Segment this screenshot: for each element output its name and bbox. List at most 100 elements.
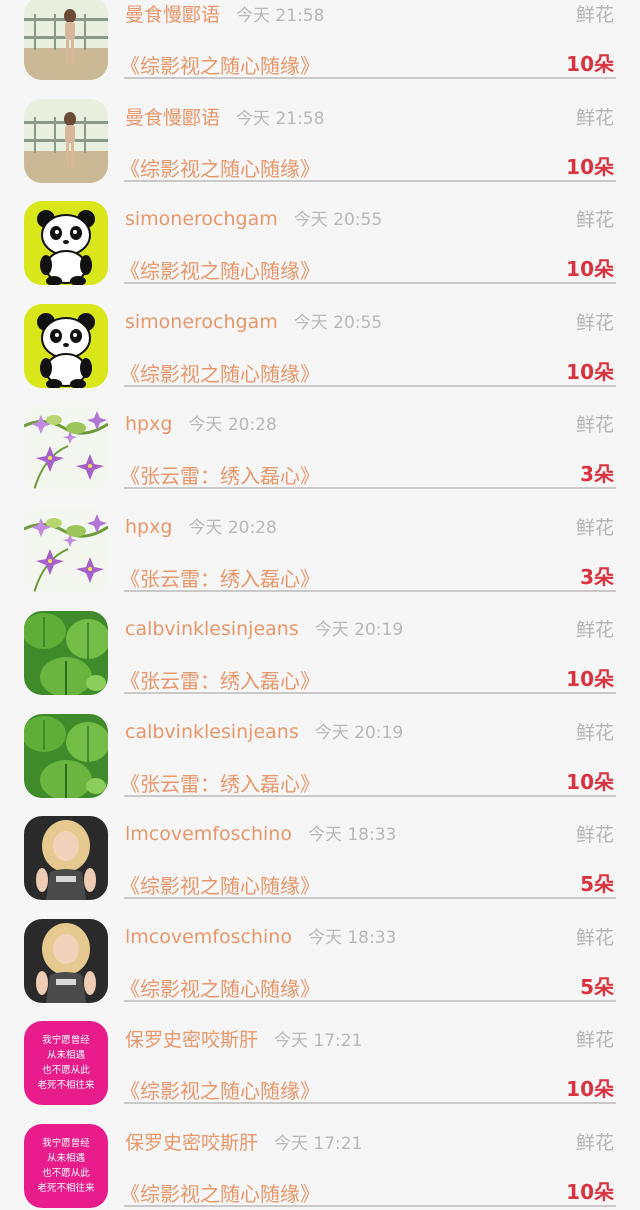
sender-name[interactable]: hpxg今天 20:28: [125, 410, 277, 435]
sender-name[interactable]: simonerochgam 今天 20:55: [125, 308, 382, 333]
sender-name-text[interactable]: calbvinklesinjeans: [125, 618, 299, 640]
sender-name-text[interactable]: hpxg: [125, 413, 172, 435]
timestamp: 今天 20:28: [188, 518, 276, 538]
sender-name-text[interactable]: 曼食慢郾语: [125, 4, 220, 26]
list-item[interactable]: calbvinklesinjeans今天 20:19 鲜花 《张云雷：绣入磊心》…: [0, 595, 640, 698]
gift-count: 3朵: [580, 561, 614, 590]
book-title[interactable]: 《综影视之随心随缘》: [120, 1178, 320, 1207]
sender-name-text[interactable]: 曼食慢郾语: [125, 107, 220, 129]
avatar[interactable]: [24, 406, 108, 490]
sender-name[interactable]: lmcovemfoschino今天 18:33: [125, 923, 396, 948]
quote-line: 老死不相往来: [37, 1182, 95, 1194]
list-item[interactable]: 曼食慢郾语今天 21:58 鲜花 《综影视之随心随缘》 10朵: [0, 83, 640, 186]
gift-type: 鲜花: [576, 615, 614, 642]
avatar[interactable]: [24, 304, 108, 388]
avatar[interactable]: 我宁愿曾经 从未相遇 也不愿从此 老死不相往来: [24, 1021, 108, 1105]
list-item[interactable]: lmcovemfoschino今天 18:33 鲜花 《综影视之随心随缘》 5朵: [0, 800, 640, 903]
avatar[interactable]: [24, 816, 108, 900]
gift-type: 鲜花: [576, 923, 614, 950]
avatar[interactable]: [24, 714, 108, 798]
list-item[interactable]: 曼食慢郾语今天 21:58 鲜花 《综影视之随心随缘》 10朵: [0, 0, 640, 83]
timestamp: 今天 20:55: [294, 313, 382, 333]
sender-name-text[interactable]: 保罗史密咬斯肝: [125, 1132, 258, 1154]
avatar[interactable]: 我宁愿曾经 从未相遇 也不愿从此 老死不相往来: [24, 1124, 108, 1208]
book-title[interactable]: 《张云雷：绣入磊心》: [120, 563, 320, 592]
avatar[interactable]: [24, 99, 108, 183]
sender-name[interactable]: 保罗史密咬斯肝今天 17:21: [125, 1025, 362, 1052]
book-title[interactable]: 《张云雷：绣入磊心》: [120, 665, 320, 694]
avatar[interactable]: [24, 509, 108, 593]
list-item[interactable]: calbvinklesinjeans今天 20:19 鲜花 《张云雷：绣入磊心》…: [0, 698, 640, 801]
book-title[interactable]: 《综影视之随心随缘》: [120, 50, 320, 79]
book-title[interactable]: 《综影视之随心随缘》: [120, 358, 320, 387]
gift-count: 10朵: [566, 663, 614, 692]
quote-line: 我宁愿曾经: [42, 1034, 90, 1046]
pink-quote-icon: 我宁愿曾经 从未相遇 也不愿从此 老死不相往来: [24, 1021, 108, 1105]
divider: [124, 590, 616, 592]
avatar[interactable]: [24, 201, 108, 285]
gift-type: 鲜花: [576, 513, 614, 540]
timestamp: 今天 20:19: [315, 723, 403, 743]
divider: [124, 897, 616, 899]
book-title[interactable]: 《综影视之随心随缘》: [120, 1075, 320, 1104]
list-item[interactable]: simonerochgam今天 20:55 鲜花 《综影视之随心随缘》 10朵: [0, 185, 640, 288]
gift-type: 鲜花: [576, 103, 614, 130]
gift-type: 鲜花: [576, 205, 614, 232]
gift-count: 10朵: [566, 1073, 614, 1102]
quote-line: 我宁愿曾经: [42, 1137, 90, 1149]
sender-name-text[interactable]: lmcovemfoschino: [125, 823, 292, 845]
list-item[interactable]: 我宁愿曾经 从未相遇 也不愿从此 老死不相往来 保罗史密咬斯肝今天 17:21 …: [0, 1005, 640, 1108]
sender-name-text[interactable]: 保罗史密咬斯肝: [125, 1029, 258, 1051]
divider: [124, 1102, 616, 1104]
gift-count: 3朵: [580, 458, 614, 487]
timestamp: 今天 20:55: [294, 210, 382, 230]
sender-name[interactable]: hpxg 今天 20:28: [125, 513, 277, 538]
divider: [124, 77, 616, 79]
timestamp: 今天 21:58: [236, 6, 324, 26]
gift-count: 10朵: [566, 151, 614, 180]
quote-line: 也不愿从此: [42, 1064, 90, 1076]
sender-name[interactable]: calbvinklesinjeans今天 20:19: [125, 615, 403, 640]
book-title[interactable]: 《综影视之随心随缘》: [120, 255, 320, 284]
sender-name[interactable]: 保罗史密咬斯肝今天 17:21: [125, 1128, 362, 1155]
book-title[interactable]: 《张云雷：绣入磊心》: [120, 460, 320, 489]
quote-line: 也不愿从此: [42, 1167, 90, 1179]
sender-name-text[interactable]: simonerochgam: [125, 208, 278, 230]
sender-name-text[interactable]: simonerochgam: [125, 311, 278, 333]
list-item[interactable]: hpxg 今天 20:28 鲜花 《张云雷：绣入磊心》 3朵: [0, 493, 640, 596]
sender-name-text[interactable]: hpxg: [125, 516, 172, 538]
avatar[interactable]: [24, 919, 108, 1003]
list-item[interactable]: hpxg今天 20:28 鲜花 《张云雷：绣入磊心》 3朵: [0, 390, 640, 493]
sender-name[interactable]: 曼食慢郾语今天 21:58: [125, 0, 324, 27]
green-leaves-icon: [24, 611, 108, 695]
quote-line: 从未相遇: [47, 1152, 86, 1164]
gift-count: 10朵: [566, 1176, 614, 1205]
panda-icon: [24, 304, 108, 388]
purple-flowers-icon: [24, 406, 108, 490]
gift-count: 5朵: [580, 868, 614, 897]
sender-name[interactable]: calbvinklesinjeans 今天 20:19: [125, 718, 403, 743]
gift-type: 鲜花: [576, 820, 614, 847]
quote-line: 从未相遇: [47, 1049, 86, 1061]
list-item[interactable]: lmcovemfoschino今天 18:33 鲜花 《综影视之随心随缘》 5朵: [0, 903, 640, 1006]
list-item[interactable]: 我宁愿曾经 从未相遇 也不愿从此 老死不相往来 保罗史密咬斯肝今天 17:21 …: [0, 1108, 640, 1210]
divider: [124, 487, 616, 489]
sender-name-text[interactable]: calbvinklesinjeans: [125, 721, 299, 743]
divider: [124, 180, 616, 182]
sender-name[interactable]: simonerochgam 今天 20:55: [125, 205, 382, 230]
list-item[interactable]: simonerochgam今天 20:55 鲜花 《综影视之随心随缘》 10朵: [0, 288, 640, 391]
avatar[interactable]: [24, 0, 108, 80]
sender-name-text[interactable]: lmcovemfoschino: [125, 926, 292, 948]
book-title[interactable]: 《综影视之随心随缘》: [120, 973, 320, 1002]
divider: [124, 385, 616, 387]
book-title[interactable]: 《综影视之随心随缘》: [120, 870, 320, 899]
avatar[interactable]: [24, 611, 108, 695]
sender-name[interactable]: lmcovemfoschino今天 18:33: [125, 820, 396, 845]
sender-name[interactable]: 曼食慢郾语今天 21:58: [125, 103, 324, 130]
book-title[interactable]: 《张云雷：绣入磊心》: [120, 768, 320, 797]
gift-record-list: 曼食慢郾语今天 21:58 鲜花 《综影视之随心随缘》 10朵 曼食慢郾语今天 …: [0, 0, 640, 1210]
gift-count: 5朵: [580, 971, 614, 1000]
divider: [124, 795, 616, 797]
gift-count: 10朵: [566, 356, 614, 385]
book-title[interactable]: 《综影视之随心随缘》: [120, 153, 320, 182]
